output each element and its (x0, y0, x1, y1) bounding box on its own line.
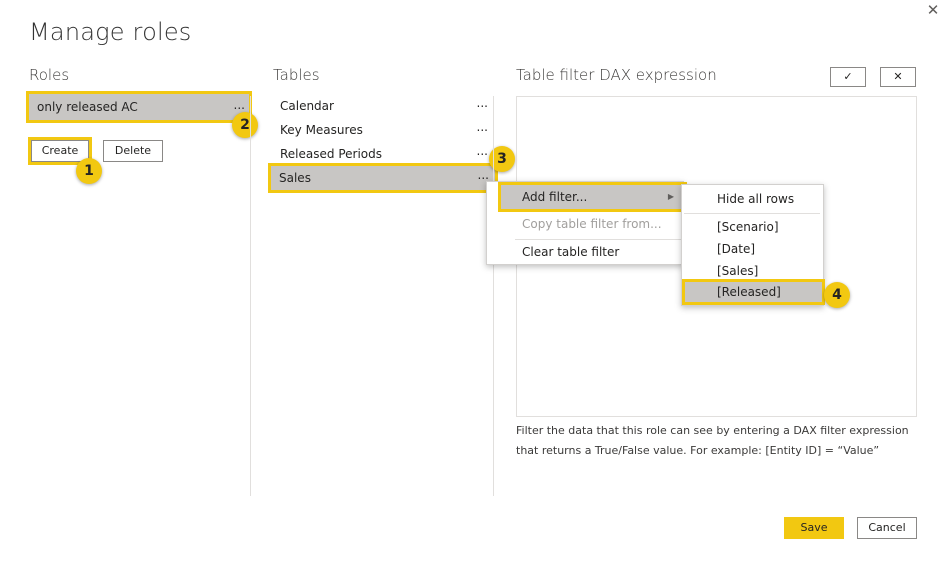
table-more-icon[interactable]: ... (477, 139, 488, 163)
discard-x-icon[interactable]: ✕ (880, 67, 916, 87)
table-label: Calendar (280, 99, 334, 113)
table-context-menu: Add filter... ▶ Copy table filter from..… (486, 181, 687, 265)
save-button[interactable]: Save (784, 517, 844, 539)
step-badge-1: 1 (76, 158, 102, 184)
dax-hint-text: Filter the data that this role can see b… (516, 424, 909, 457)
add-filter-submenu: Hide all rows [Scenario] [Date] [Sales] … (681, 184, 825, 306)
column-divider (493, 96, 494, 496)
table-item-calendar[interactable]: Calendar ... (272, 94, 494, 118)
table-label: Sales (279, 171, 311, 185)
menu-item-copy-filter: Copy table filter from... (522, 217, 662, 231)
role-name: only released AC (37, 100, 138, 114)
step-badge-4: 4 (824, 282, 850, 308)
submenu-item-date[interactable]: [Date] (682, 237, 823, 261)
submenu-item-released[interactable]: [Released] (682, 279, 825, 305)
step-badge-2: 2 (232, 112, 258, 138)
dialog-title: Manage roles (29, 18, 192, 46)
menu-item-label: Add filter... (522, 190, 588, 204)
table-label: Key Measures (280, 123, 363, 137)
table-label: Released Periods (280, 147, 382, 161)
table-item-released-periods[interactable]: Released Periods ... (272, 142, 494, 166)
dax-heading: Table filter DAX expression (516, 66, 717, 84)
table-more-icon[interactable]: ... (477, 91, 488, 115)
menu-separator (684, 213, 820, 214)
role-item-selected[interactable]: only released AC ... (26, 91, 252, 123)
create-button[interactable]: Create (28, 137, 92, 165)
roles-heading: Roles (29, 66, 70, 84)
confirm-check-icon[interactable]: ✓ (830, 67, 866, 87)
close-icon[interactable]: ✕ (925, 2, 941, 18)
tables-heading: Tables (273, 66, 320, 84)
menu-item-clear-filter[interactable]: Clear table filter (487, 240, 683, 264)
chevron-right-icon: ▶ (667, 192, 674, 201)
table-item-sales[interactable]: Sales ... (268, 163, 498, 193)
delete-button[interactable]: Delete (103, 140, 163, 162)
submenu-item-hide-all-rows[interactable]: Hide all rows (682, 187, 823, 211)
table-more-icon[interactable]: ... (477, 115, 488, 139)
submenu-item-sales[interactable]: [Sales] (682, 259, 823, 283)
cancel-button[interactable]: Cancel (857, 517, 917, 539)
column-divider (250, 96, 251, 496)
submenu-item-scenario[interactable]: [Scenario] (682, 215, 823, 239)
menu-item-add-filter[interactable]: Add filter... ▶ (498, 182, 687, 212)
table-item-key-measures[interactable]: Key Measures ... (272, 118, 494, 142)
